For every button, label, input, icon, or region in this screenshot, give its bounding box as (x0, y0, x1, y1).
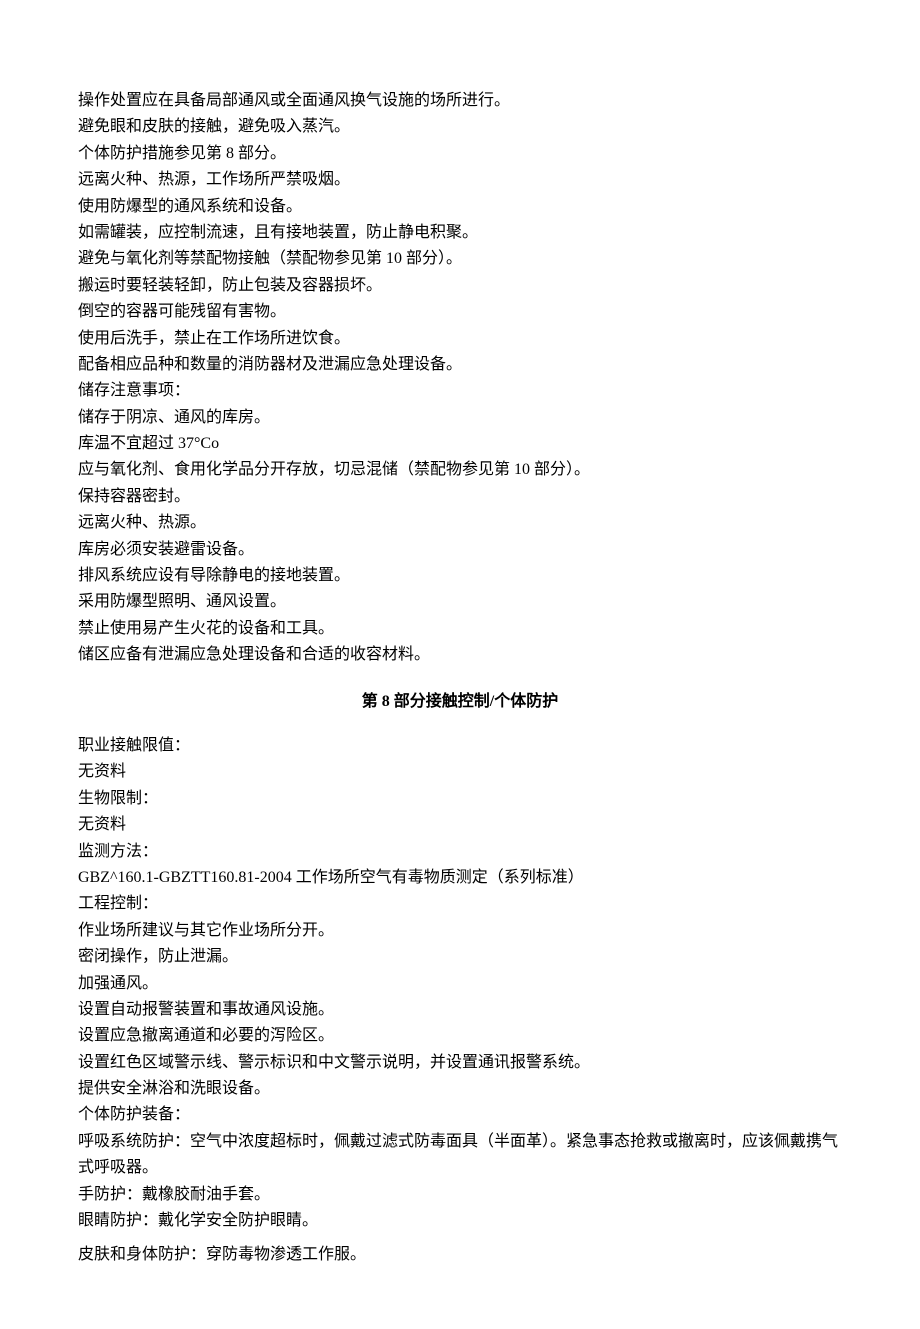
body-text: 职业接触限值： (78, 733, 842, 759)
body-text: 禁止使用易产生火花的设备和工具。 (78, 616, 842, 642)
body-text: 配备相应品种和数量的消防器材及泄漏应急处理设备。 (78, 352, 842, 378)
body-text: 皮肤和身体防护：穿防毒物渗透工作服。 (78, 1242, 842, 1268)
body-text: 使用防爆型的通风系统和设备。 (78, 194, 842, 220)
body-text: 无资料 (78, 812, 842, 838)
body-text: 库温不宜超过 37°Co (78, 431, 842, 457)
section8-heading: 第 8 部分接触控制/个体防护 (78, 689, 842, 715)
body-text: 密闭操作，防止泄漏。 (78, 944, 842, 970)
body-text: 个体防护装备： (78, 1102, 842, 1128)
body-text: 避免与氧化剂等禁配物接触（禁配物参见第 10 部分）。 (78, 246, 842, 272)
body-text: 储存于阴凉、通风的库房。 (78, 405, 842, 431)
body-text: 储存注意事项： (78, 378, 842, 404)
section7-block: 操作处置应在具备局部通风或全面通风换气设施的场所进行。 避免眼和皮肤的接触，避免… (78, 88, 842, 669)
section8-block: 职业接触限值： 无资料 生物限制： 无资料 监测方法： GBZ^160.1-GB… (78, 733, 842, 1269)
body-text: 操作处置应在具备局部通风或全面通风换气设施的场所进行。 (78, 88, 842, 114)
body-text: 设置红色区域警示线、警示标识和中文警示说明，并设置通讯报警系统。 (78, 1050, 842, 1076)
body-text: 设置自动报警装置和事故通风设施。 (78, 997, 842, 1023)
body-text: 无资料 (78, 759, 842, 785)
body-text: 手防护：戴橡胶耐油手套。 (78, 1182, 842, 1208)
body-text: 保持容器密封。 (78, 484, 842, 510)
body-text: GBZ^160.1-GBZTT160.81-2004 工作场所空气有毒物质测定（… (78, 865, 842, 891)
body-text: 提供安全淋浴和洗眼设备。 (78, 1076, 842, 1102)
body-text: 储区应备有泄漏应急处理设备和合适的收容材料。 (78, 642, 842, 668)
body-text: 作业场所建议与其它作业场所分开。 (78, 918, 842, 944)
body-text: 排风系统应设有导除静电的接地装置。 (78, 563, 842, 589)
body-text: 远离火种、热源。 (78, 510, 842, 536)
body-text: 远离火种、热源，工作场所严禁吸烟。 (78, 167, 842, 193)
body-text: 避免眼和皮肤的接触，避免吸入蒸汽。 (78, 114, 842, 140)
body-text: 搬运时要轻装轻卸，防止包装及容器损坏。 (78, 273, 842, 299)
body-text: 加强通风。 (78, 971, 842, 997)
body-text: 监测方法： (78, 839, 842, 865)
body-text: 应与氧化剂、食用化学品分开存放，切忌混储（禁配物参见第 10 部分）。 (78, 457, 842, 483)
body-text: 生物限制： (78, 786, 842, 812)
body-text: 库房必须安装避雷设备。 (78, 537, 842, 563)
body-text: 个体防护措施参见第 8 部分。 (78, 141, 842, 167)
body-text: 倒空的容器可能残留有害物。 (78, 299, 842, 325)
body-text: 使用后洗手，禁止在工作场所进饮食。 (78, 326, 842, 352)
body-text: 如需罐装，应控制流速，且有接地装置，防止静电积聚。 (78, 220, 842, 246)
body-text: 眼睛防护：戴化学安全防护眼睛。 (78, 1208, 842, 1234)
body-text: 采用防爆型照明、通风设置。 (78, 589, 842, 615)
body-text: 呼吸系统防护：空气中浓度超标时，佩戴过滤式防毒面具（半面革）。紧急事态抢救或撤离… (78, 1129, 842, 1182)
body-text: 设置应急撤离通道和必要的泻险区。 (78, 1023, 842, 1049)
document-page: 操作处置应在具备局部通风或全面通风换气设施的场所进行。 避免眼和皮肤的接触，避免… (0, 0, 920, 1329)
body-text: 工程控制： (78, 891, 842, 917)
spacer (78, 1234, 842, 1242)
